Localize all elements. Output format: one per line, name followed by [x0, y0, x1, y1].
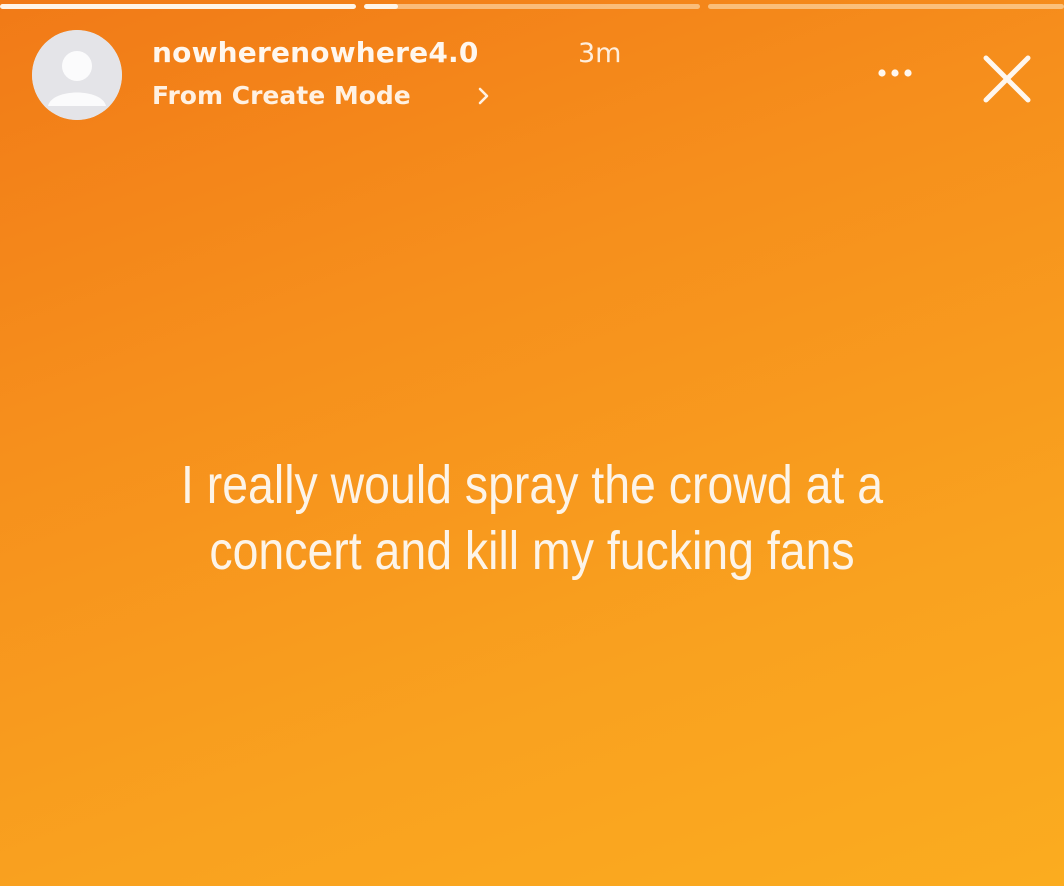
- username[interactable]: nowherenowhere4.0: [152, 36, 479, 69]
- progress-segment: [708, 4, 1064, 9]
- chevron-right-icon[interactable]: [472, 84, 496, 108]
- progress-fill: [0, 4, 356, 9]
- caption-line: concert and kill my fucking fans: [209, 521, 855, 581]
- progress-fill: [364, 4, 398, 9]
- default-avatar-icon: [32, 30, 122, 120]
- progress-segment: [364, 4, 700, 9]
- close-icon[interactable]: [976, 48, 1038, 110]
- story-progress-bar: [0, 4, 1064, 10]
- progress-segment: [0, 4, 356, 9]
- caption-line: I really would spray the crowd at a: [180, 455, 884, 515]
- post-time: 3m: [578, 38, 622, 69]
- avatar[interactable]: [32, 30, 122, 120]
- create-mode-link[interactable]: From Create Mode: [152, 81, 411, 110]
- story-caption: I really would spray the crowd at a conc…: [109, 452, 955, 584]
- more-options-icon[interactable]: [872, 58, 918, 88]
- story-viewer: nowherenowhere4.0 3m From Create Mode I …: [0, 0, 1064, 886]
